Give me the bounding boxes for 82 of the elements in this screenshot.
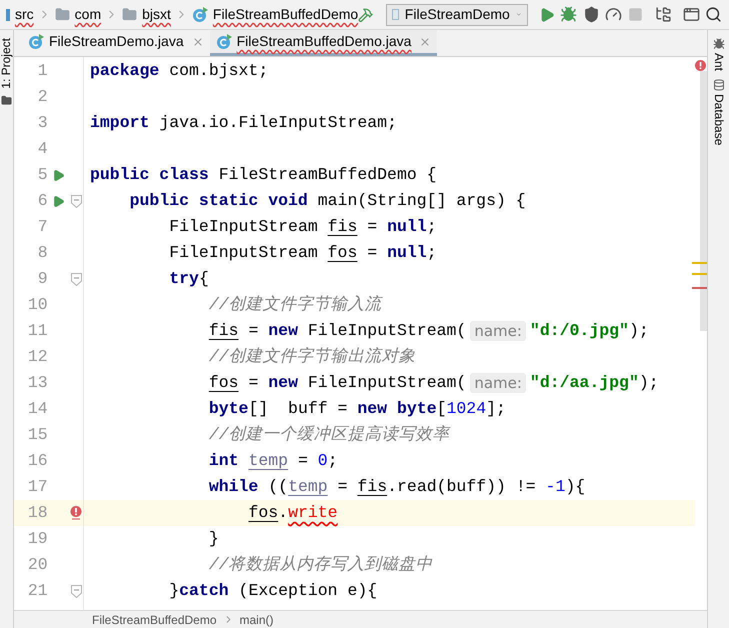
code-text: public class FileStreamBuffedDemo { — [90, 164, 437, 186]
code-text: } — [208, 528, 219, 550]
code-text: FileInputStream fos = null; — [168, 242, 437, 264]
line-number: 17 — [26, 476, 48, 498]
bug-icon — [560, 6, 578, 23]
run-configuration-dropdown[interactable]: FileStreamDemo — [386, 4, 528, 26]
code-text: FileInputStream fis = null; — [168, 216, 437, 238]
scrollbar-thumb[interactable] — [700, 71, 707, 331]
line-number: 21 — [26, 580, 48, 602]
parameter-hint: name: — [470, 373, 526, 393]
database-icon — [712, 79, 724, 92]
close-icon[interactable] — [192, 36, 204, 48]
tool-window-tab[interactable]: 1: Project — [0, 38, 13, 89]
line-number: 20 — [26, 554, 48, 576]
line-number: 16 — [26, 450, 48, 472]
code-text: try{ — [168, 268, 209, 290]
run-icon — [538, 6, 555, 22]
class-icon — [192, 6, 208, 22]
run-icon[interactable] — [52, 168, 66, 182]
close-icon[interactable] — [419, 36, 432, 48]
bug-icon — [712, 38, 724, 50]
error-marker — [692, 287, 707, 289]
class-icon — [28, 34, 44, 50]
hammer-icon[interactable] — [358, 6, 374, 24]
code-text: package com.bjsxt; — [90, 60, 268, 82]
search-icon — [705, 6, 722, 23]
line-number: 9 — [36, 268, 48, 290]
code-text: "d:/aa.jpg"); — [530, 372, 659, 394]
line-number: 10 — [26, 294, 48, 316]
shield-icon — [582, 6, 600, 23]
warning-marker — [692, 273, 707, 275]
breadcrumb-item[interactable]: src — [6, 4, 34, 25]
editor-tab[interactable]: FileStreamBuffedDemo.java — [210, 30, 438, 56]
line-number: 2 — [36, 86, 48, 108]
code-text: fis = new FileInputStream( — [208, 320, 466, 342]
code-text: int temp = 0; — [208, 450, 338, 472]
code-text: }catch (Exception e){ — [168, 580, 378, 602]
error-icon[interactable] — [70, 506, 82, 520]
line-number: 1 — [36, 60, 48, 82]
line-number: 15 — [26, 424, 48, 446]
code-text: fos = new FileInputStream( — [208, 372, 466, 394]
fold-icon[interactable] — [70, 272, 82, 286]
breadcrumb-item[interactable]: FileStreamBuffedDemo — [192, 4, 358, 25]
line-number: 14 — [26, 398, 48, 420]
error-token: write — [288, 502, 338, 524]
code-text: //创建文件字节输出流对象 — [208, 346, 416, 368]
breadcrumb-item[interactable]: com — [54, 4, 102, 25]
fold-icon[interactable] — [70, 584, 82, 598]
code-text: byte[] buff = new byte[1024]; — [208, 398, 506, 420]
code-text: fos. — [247, 502, 288, 524]
warning-marker — [692, 262, 707, 264]
gauge-icon — [604, 6, 622, 23]
code-text: while ((temp = fis.read(buff)) != -1){ — [208, 476, 586, 498]
code-text: //创建一个缓冲区提高读写效率 — [208, 424, 450, 446]
stop-icon — [628, 7, 643, 22]
line-number: 13 — [26, 372, 48, 394]
code-text: //将数据从内存写入到磁盘中 — [208, 554, 433, 576]
line-number: 8 — [36, 242, 48, 264]
window-icon — [683, 6, 700, 23]
line-number: 4 — [36, 138, 48, 160]
breadcrumb-item[interactable]: main() — [240, 612, 274, 628]
line-number: 11 — [26, 320, 48, 342]
line-number: 3 — [36, 112, 48, 134]
fold-icon[interactable] — [70, 194, 82, 208]
line-number: 19 — [26, 528, 48, 550]
code-text: "d:/0.jpg"); — [530, 320, 649, 342]
parameter-hint: name: — [470, 321, 526, 341]
breadcrumb-item[interactable]: FileStreamBuffedDemo — [92, 612, 216, 628]
code-text: //创建文件字节输入流 — [208, 294, 382, 316]
tool-window-tab[interactable]: Database — [712, 94, 725, 146]
breadcrumb-item[interactable]: bjsxt — [122, 4, 171, 25]
class-icon — [216, 34, 232, 50]
line-number: 5 — [36, 164, 48, 186]
editor-tab[interactable]: FileStreamDemo.java — [22, 30, 210, 56]
line-number: 6 — [36, 190, 48, 212]
run-icon[interactable] — [52, 194, 66, 208]
code-text: public static void main(String[] args) { — [128, 190, 526, 212]
code-text: import java.io.FileInputStream; — [90, 112, 397, 134]
window-icon — [392, 9, 399, 20]
tool-window-tab[interactable]: Ant — [712, 53, 725, 72]
line-number: 12 — [26, 346, 48, 368]
line-number: 7 — [36, 216, 48, 238]
